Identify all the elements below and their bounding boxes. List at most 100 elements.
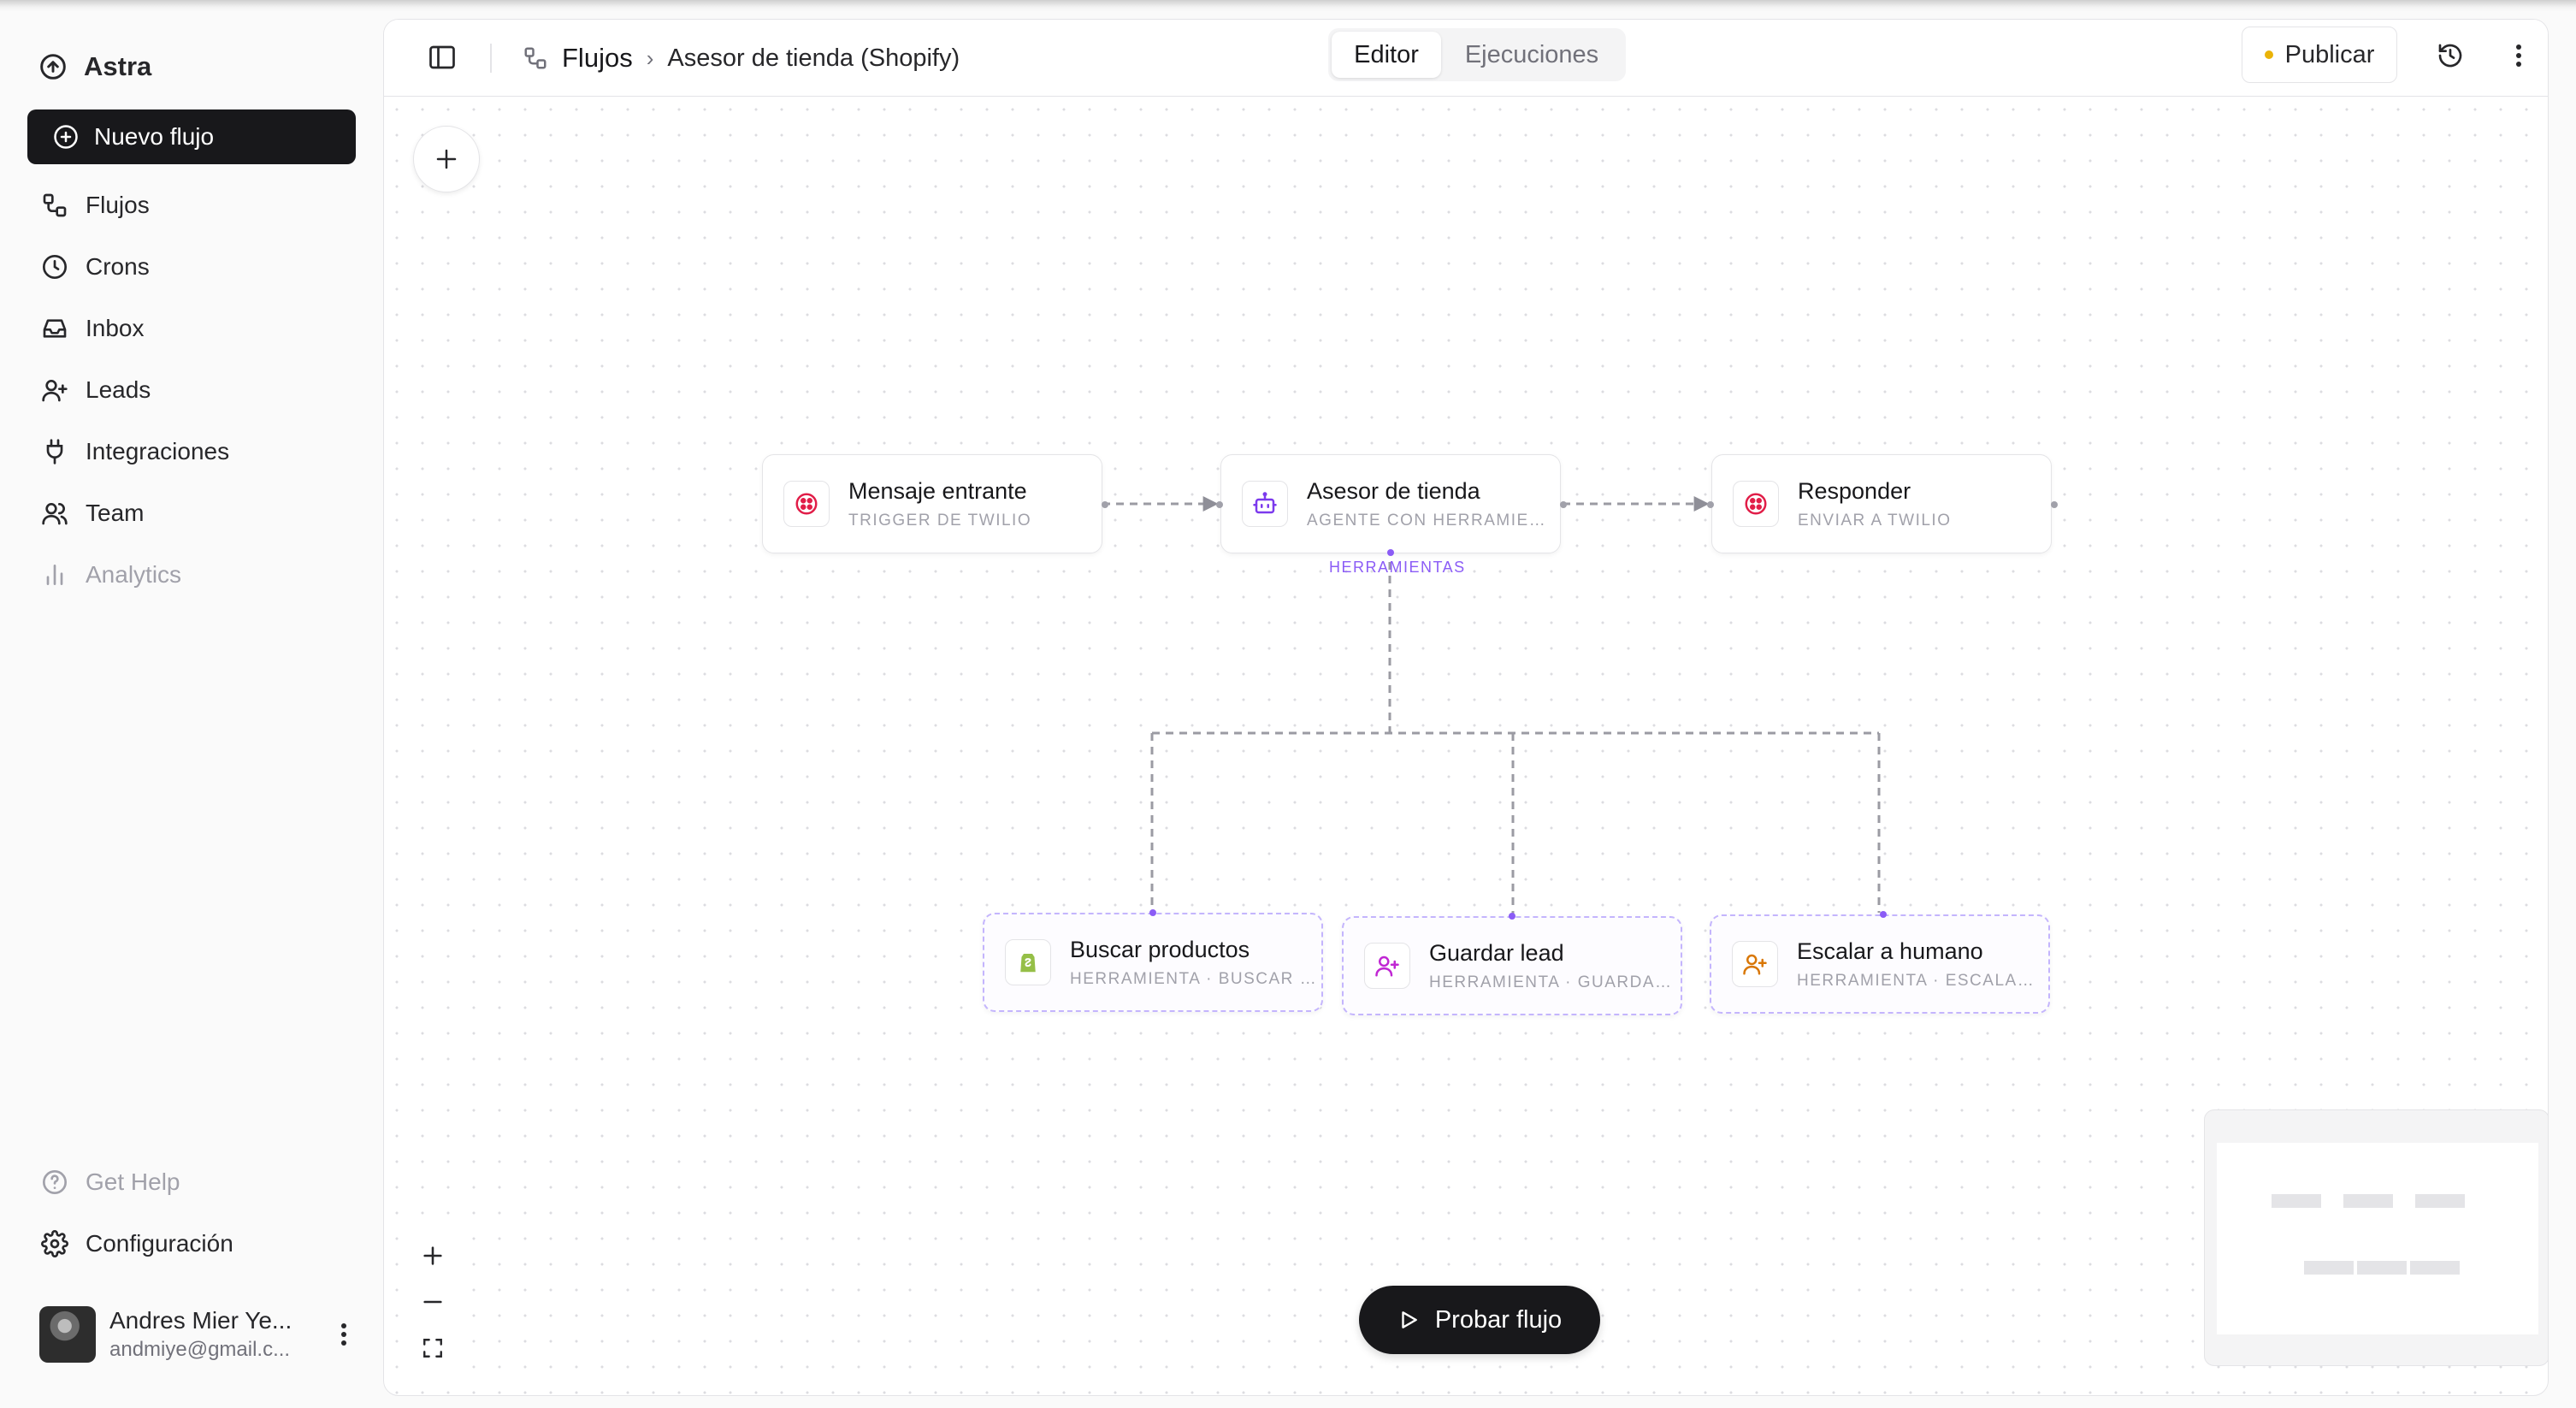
minimap[interactable] bbox=[2204, 1109, 2548, 1366]
test-flow-button[interactable]: Probar flujo bbox=[1359, 1286, 1600, 1354]
node-tool-handle[interactable] bbox=[1149, 909, 1156, 916]
node-tool-escalate-human[interactable]: Escalar a humano HERRAMIENTA · ESCALAR .… bbox=[1710, 911, 2050, 1014]
zoom-out-button[interactable] bbox=[416, 1285, 450, 1319]
user-plus-icon bbox=[1732, 941, 1778, 987]
panel-left-icon bbox=[429, 45, 455, 69]
twilio-icon bbox=[1733, 481, 1779, 527]
publish-button[interactable]: Publicar bbox=[2242, 27, 2397, 83]
publish-label: Publicar bbox=[2284, 40, 2375, 68]
minimap-node bbox=[2357, 1261, 2407, 1275]
sidebar-toggle-button[interactable] bbox=[427, 42, 458, 73]
node-title: Mensaje entrante bbox=[848, 477, 1027, 504]
workflow-icon bbox=[524, 47, 547, 69]
node-tool-save-lead[interactable]: Guardar lead HERRAMIENTA · GUARDAR... bbox=[1342, 913, 1682, 1015]
node-output-handle[interactable] bbox=[1102, 501, 1108, 508]
node-text: Mensaje entrante TRIGGER DE TWILIO bbox=[848, 478, 1096, 530]
sidebar-item-label: Team bbox=[86, 500, 145, 526]
node-output-handle[interactable] bbox=[2051, 501, 2058, 508]
minimap-node bbox=[2304, 1261, 2354, 1275]
history-icon bbox=[2438, 44, 2462, 68]
user-email: andmiye@gmail.c... bbox=[109, 1338, 291, 1361]
minimap-viewport bbox=[2217, 1143, 2538, 1334]
node-subtitle: ENVIAR A TWILIO bbox=[1798, 511, 1952, 529]
sidebar-item-label: Crons bbox=[86, 253, 150, 280]
node-input-handle[interactable] bbox=[1707, 501, 1714, 508]
more-vertical-icon bbox=[341, 1323, 346, 1346]
plug-icon bbox=[46, 439, 63, 464]
sidebar-item-crons[interactable]: Crons bbox=[27, 236, 356, 298]
breadcrumb-current: Asesor de tienda (Shopify) bbox=[667, 44, 960, 72]
node-text: Guardar lead HERRAMIENTA · GUARDAR... bbox=[1429, 940, 1677, 992]
node-tool-handle[interactable] bbox=[1509, 913, 1515, 920]
minimap-node bbox=[2343, 1194, 2393, 1208]
bot-icon bbox=[1242, 481, 1288, 527]
breadcrumb-separator: › bbox=[646, 44, 654, 71]
get-help-link[interactable]: Get Help bbox=[27, 1151, 356, 1213]
user-plus-icon bbox=[42, 380, 68, 402]
node-respond[interactable]: Responder ENVIAR A TWILIO bbox=[1707, 454, 2058, 553]
node-title: Asesor de tienda bbox=[1307, 477, 1480, 504]
node-incoming-message[interactable]: Mensaje entrante TRIGGER DE TWILIO bbox=[762, 454, 1108, 553]
header-divider bbox=[490, 44, 492, 73]
sidebar-item-integraciones[interactable]: Integraciones bbox=[27, 421, 356, 482]
node-tools-handle[interactable] bbox=[1387, 549, 1394, 556]
node-output-handle[interactable] bbox=[1560, 501, 1567, 508]
minimap-node bbox=[2272, 1194, 2321, 1208]
sidebar-item-leads[interactable]: Leads bbox=[27, 359, 356, 421]
sidebar-item-label: Integraciones bbox=[86, 438, 230, 464]
node-subtitle: HERRAMIENTA · GUARDAR... bbox=[1429, 973, 1677, 991]
more-options-button[interactable] bbox=[2502, 38, 2536, 73]
node-text: Asesor de tienda AGENTE CON HERRAMIEN... bbox=[1307, 478, 1555, 530]
breadcrumb-root[interactable]: Flujos bbox=[562, 43, 633, 74]
view-tabs: Editor Ejecuciones bbox=[1328, 28, 1626, 81]
node-title: Guardar lead bbox=[1429, 939, 1564, 966]
plus-icon bbox=[423, 1246, 442, 1265]
get-help-label: Get Help bbox=[86, 1168, 180, 1195]
user-profile[interactable]: Andres Mier Ye... andmiye@gmail.c... bbox=[39, 1302, 356, 1367]
add-node-button[interactable] bbox=[413, 126, 480, 192]
tab-editor[interactable]: Editor bbox=[1332, 32, 1441, 78]
user-menu-button[interactable] bbox=[332, 1322, 356, 1346]
tab-ejecuciones[interactable]: Ejecuciones bbox=[1441, 32, 1622, 78]
node-title: Escalar a humano bbox=[1797, 938, 1983, 964]
fit-view-button[interactable] bbox=[416, 1331, 450, 1365]
node-tool-handle[interactable] bbox=[1880, 911, 1887, 918]
settings-label: Configuración bbox=[86, 1230, 233, 1257]
sidebar-item-label: Leads bbox=[86, 376, 151, 403]
node-text: Responder ENVIAR A TWILIO bbox=[1798, 478, 2046, 530]
sidebar-item-analytics[interactable]: Analytics bbox=[27, 544, 356, 606]
user-text: Andres Mier Ye... andmiye@gmail.c... bbox=[109, 1307, 318, 1362]
node-subtitle: AGENTE CON HERRAMIEN... bbox=[1307, 511, 1555, 529]
node-tool-search-products[interactable]: Buscar productos HERRAMIENTA · BUSCAR P.… bbox=[983, 909, 1323, 1012]
zoom-in-button[interactable] bbox=[416, 1239, 450, 1273]
minimap-node bbox=[2410, 1261, 2460, 1275]
workflow-icon bbox=[43, 193, 67, 217]
new-flow-button[interactable]: Nuevo flujo bbox=[27, 109, 356, 164]
node-subtitle: HERRAMIENTA · BUSCAR P... bbox=[1070, 969, 1318, 988]
help-circle-icon bbox=[43, 1170, 67, 1194]
node-store-advisor[interactable]: Asesor de tienda AGENTE CON HERRAMIEN... bbox=[1216, 454, 1567, 556]
user-name: Andres Mier Ye... bbox=[109, 1307, 292, 1334]
play-icon bbox=[1402, 1311, 1417, 1328]
history-button[interactable] bbox=[2433, 38, 2467, 73]
new-flow-label: Nuevo flujo bbox=[94, 123, 215, 150]
minimap-node bbox=[2415, 1194, 2465, 1208]
plus-icon bbox=[436, 149, 457, 169]
sidebar-item-team[interactable]: Team bbox=[27, 482, 356, 544]
settings-link[interactable]: Configuración bbox=[27, 1213, 356, 1275]
node-input-handle[interactable] bbox=[1216, 501, 1223, 508]
users-icon bbox=[42, 503, 68, 525]
window-top-shadow bbox=[0, 0, 2576, 12]
sidebar-item-label: Inbox bbox=[86, 315, 145, 341]
maximize-icon bbox=[423, 1339, 442, 1358]
node-text: Buscar productos HERRAMIENTA · BUSCAR P.… bbox=[1070, 937, 1318, 989]
brand-logo-icon bbox=[40, 54, 66, 80]
test-flow-label: Probar flujo bbox=[1434, 1305, 1563, 1334]
clock-icon bbox=[43, 255, 67, 279]
sidebar-item-flujos[interactable]: Flujos bbox=[27, 175, 356, 236]
brand[interactable]: Astra bbox=[39, 41, 151, 92]
gear-icon bbox=[41, 1230, 68, 1257]
user-plus-icon bbox=[1364, 943, 1410, 989]
bar-chart-icon bbox=[46, 565, 63, 585]
sidebar-item-inbox[interactable]: Inbox bbox=[27, 298, 356, 359]
